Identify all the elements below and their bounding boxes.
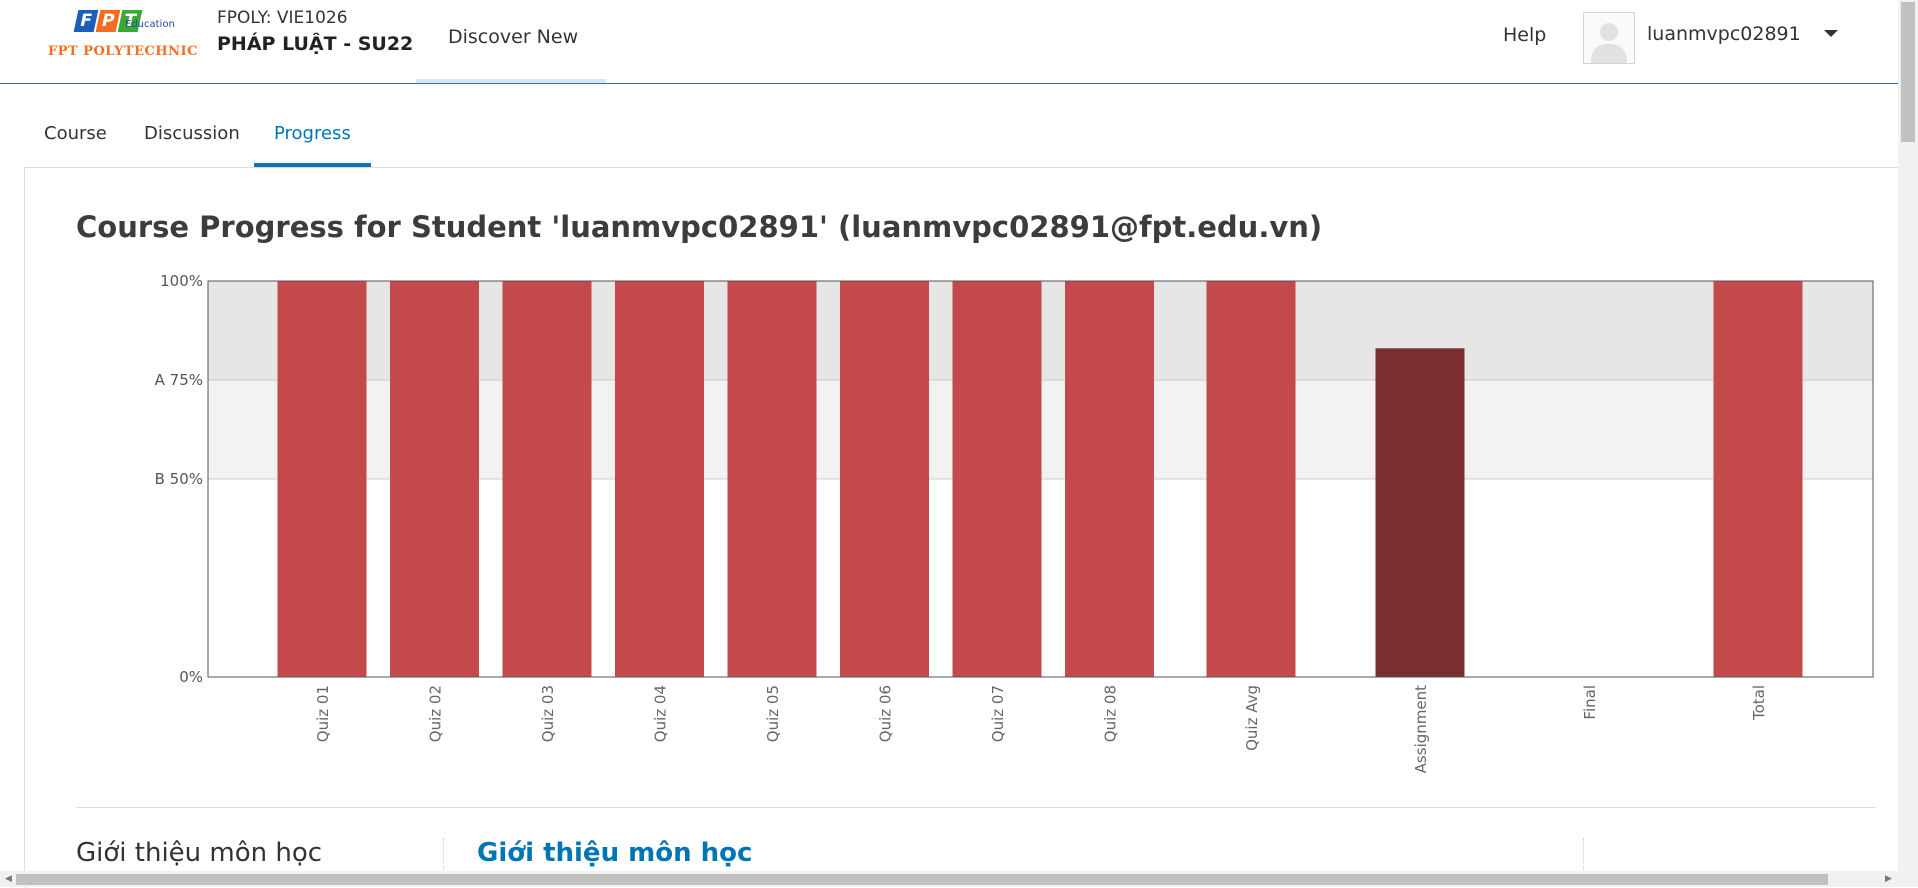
- user-silhouette-icon: [1591, 23, 1627, 63]
- bar-quiz-01: [277, 281, 367, 677]
- horizontal-scroll-thumb[interactable]: [16, 874, 1828, 885]
- course-name: PHÁP LUẬT - SU22: [217, 33, 414, 55]
- course-tabs: Course Discussion Progress: [0, 84, 1898, 168]
- help-link[interactable]: Help: [1503, 24, 1546, 46]
- site-header: F P T Education FPT POLYTECHNIC FPOLY: V…: [0, 0, 1898, 84]
- scroll-right-icon[interactable]: ▶: [1885, 874, 1892, 884]
- y-tick-label: 100%: [160, 272, 203, 290]
- chevron-down-icon[interactable]: [1824, 30, 1838, 37]
- tab-progress[interactable]: Progress: [254, 84, 371, 168]
- logo-name-text: FPT POLYTECHNIC: [48, 44, 198, 59]
- bar-assignment: [1375, 348, 1465, 677]
- bar-quiz-07: [952, 281, 1042, 677]
- logo-letter-f: F: [73, 10, 99, 32]
- scroll-left-icon[interactable]: ◀: [5, 874, 12, 884]
- course-org: FPOLY: VIE1026: [217, 8, 348, 28]
- y-tick-label: B 50%: [155, 470, 203, 488]
- logo-education-text: Education: [125, 19, 175, 30]
- x-tick-label: Quiz 01: [314, 685, 332, 742]
- section-divider: [76, 807, 1876, 808]
- section-link[interactable]: Giới thiệu môn học: [477, 838, 752, 868]
- section-heading: Giới thiệu môn học: [76, 838, 323, 868]
- bar-quiz-05: [727, 281, 817, 677]
- logo-letter-p: P: [95, 10, 121, 32]
- x-tick-label: Quiz 07: [989, 685, 1007, 742]
- horizontal-scrollbar[interactable]: ◀ ▶: [0, 871, 1898, 887]
- fpt-polytechnic-logo[interactable]: F P T Education FPT POLYTECHNIC: [48, 8, 197, 64]
- x-tick-label: Quiz 08: [1102, 685, 1120, 742]
- x-tick-label: Quiz 06: [877, 685, 895, 742]
- vertical-scrollbar[interactable]: [1898, 0, 1918, 887]
- bar-quiz-04: [615, 281, 704, 677]
- bar-quiz-03: [502, 281, 592, 677]
- page-title: Course Progress for Student 'luanmvpc028…: [76, 210, 1323, 244]
- bar-quiz-06: [840, 281, 929, 677]
- tab-course[interactable]: Course: [24, 84, 127, 163]
- grade-chart: 100% A 75% B 50% 0% Quiz 01 Quiz 02 Quiz 03 Qui…: [155, 272, 1874, 773]
- tab-discussion[interactable]: Discussion: [124, 84, 260, 163]
- y-tick-label: 0%: [179, 668, 203, 686]
- x-tick-label: Quiz 02: [427, 685, 445, 742]
- y-tick-label: A 75%: [155, 371, 203, 389]
- vertical-scroll-thumb[interactable]: [1901, 2, 1915, 142]
- username-label[interactable]: luanmvpc02891: [1647, 23, 1801, 45]
- discover-new-link[interactable]: Discover New: [416, 0, 606, 83]
- x-tick-label: Final: [1581, 685, 1599, 720]
- bar-quiz-08: [1065, 281, 1154, 677]
- x-tick-label: Total: [1750, 685, 1768, 721]
- x-tick-label: Quiz 04: [652, 685, 670, 742]
- x-tick-label: Assignment: [1412, 685, 1430, 773]
- x-tick-label: Quiz Avg: [1243, 685, 1261, 751]
- user-avatar[interactable]: [1583, 12, 1635, 64]
- bar-quiz-02: [390, 281, 479, 677]
- bar-total: [1713, 281, 1803, 677]
- bar-quiz-avg: [1206, 281, 1296, 677]
- x-tick-label: Quiz 05: [764, 685, 782, 742]
- x-tick-label: Quiz 03: [539, 685, 557, 742]
- discover-new-label: Discover New: [448, 26, 579, 48]
